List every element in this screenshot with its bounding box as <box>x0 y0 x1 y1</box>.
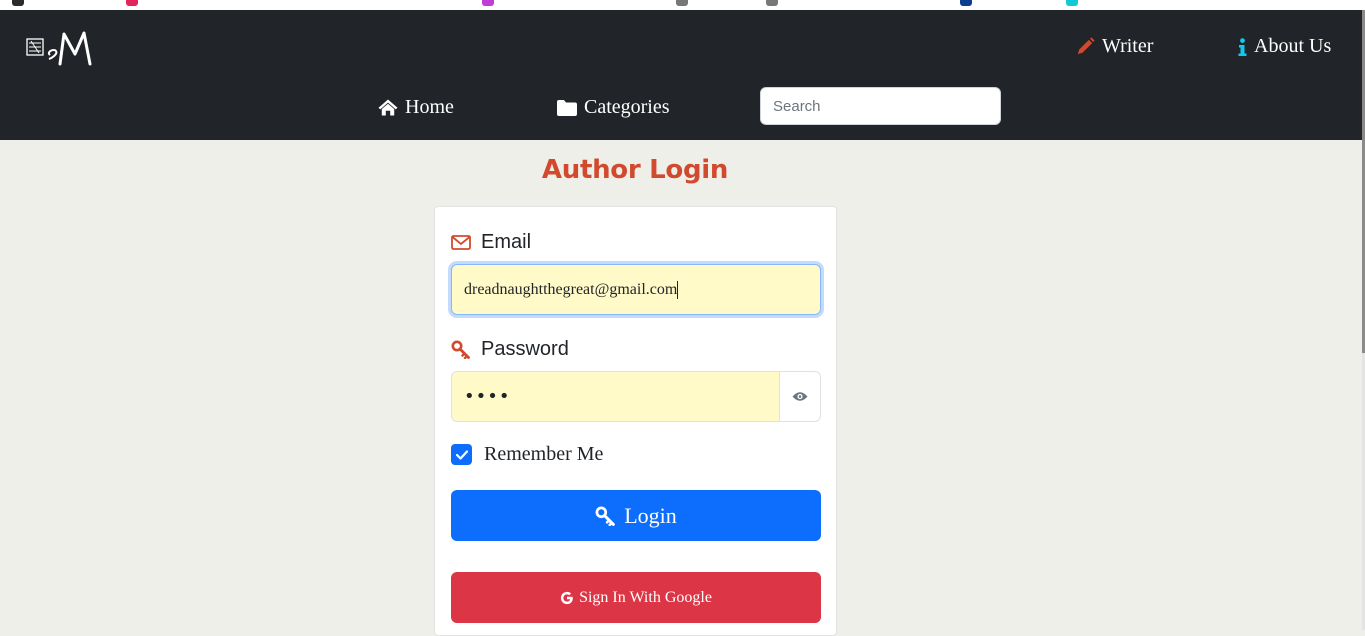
eye-icon <box>792 392 808 401</box>
pencil-icon <box>1077 37 1095 55</box>
nav-home-link[interactable]: Home <box>378 96 454 119</box>
bookmark-icon[interactable] <box>482 0 494 6</box>
nav-home-label: Home <box>405 96 454 118</box>
nav-categories-link[interactable]: Categories <box>557 96 670 119</box>
nav-categories-label: Categories <box>584 96 670 118</box>
envelope-icon <box>451 235 471 250</box>
text-caret <box>677 280 679 299</box>
navbar: Writer About Us Home Categories <box>0 10 1362 140</box>
key-icon <box>595 506 616 526</box>
remember-me-row: Remember Me <box>451 443 603 466</box>
email-field[interactable]: dreadnaughtthegreat@gmail.com <box>451 264 821 315</box>
login-label: Login <box>624 502 677 528</box>
remember-me-checkbox[interactable] <box>451 444 472 465</box>
google-signin-label: Sign In With Google <box>579 588 712 606</box>
bookmark-icon[interactable] <box>960 0 972 6</box>
folder-icon <box>557 99 577 116</box>
login-card: Email dreadnaughtthegreat@gmail.com Pass… <box>434 206 837 636</box>
nav-writer-label: Writer <box>1102 35 1154 57</box>
bookmark-icon[interactable] <box>126 0 138 6</box>
password-label-row: Password <box>451 338 569 361</box>
toggle-password-button[interactable] <box>779 371 821 422</box>
google-signin-button[interactable]: Sign In With Google <box>451 572 821 623</box>
brand-logo[interactable] <box>26 28 96 70</box>
nav-about-label: About Us <box>1254 35 1332 57</box>
login-button[interactable]: Login <box>451 490 821 541</box>
home-icon <box>378 99 398 116</box>
bookmark-icon[interactable] <box>676 0 688 6</box>
check-icon <box>455 449 468 460</box>
email-value: dreadnaughtthegreat@gmail.com <box>464 280 678 298</box>
password-field[interactable] <box>451 371 779 422</box>
bookmark-icon[interactable] <box>766 0 778 6</box>
bookmark-icon[interactable] <box>12 0 24 6</box>
email-label-row: Email <box>451 231 531 254</box>
nav-about-link[interactable]: About Us <box>1238 35 1331 58</box>
brand-logo-icon <box>26 31 92 66</box>
page-title: Author Login <box>541 155 729 185</box>
password-input-group <box>451 371 821 422</box>
info-icon <box>1238 37 1247 56</box>
nav-writer-link[interactable]: Writer <box>1076 35 1153 58</box>
email-label: Email <box>481 231 532 253</box>
key-icon <box>451 340 470 359</box>
password-label: Password <box>481 338 569 360</box>
google-icon <box>560 591 573 604</box>
search-input[interactable] <box>760 87 1001 125</box>
remember-me-label[interactable]: Remember Me <box>484 443 603 466</box>
bookmark-icon[interactable] <box>1066 0 1078 6</box>
